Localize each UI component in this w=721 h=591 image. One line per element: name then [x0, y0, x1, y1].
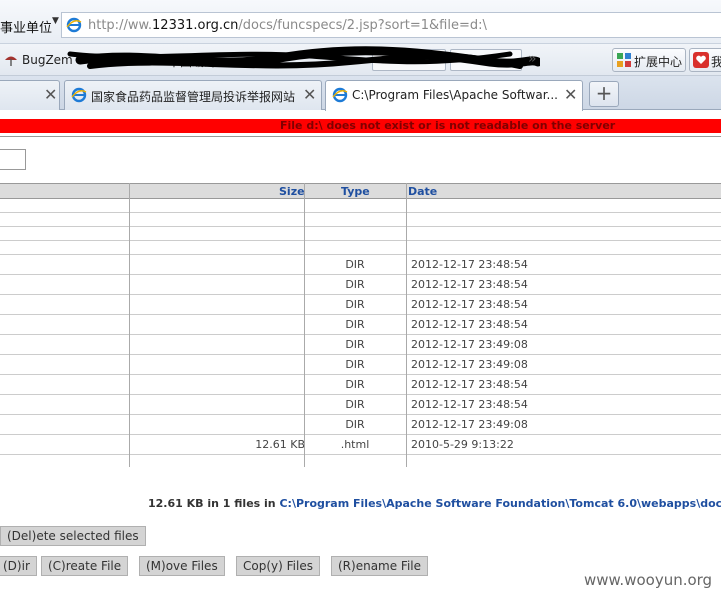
tab-bar: ✕ 国家食品药品监督管理局投诉举报网站 ✕ C:\Program Files\A… — [0, 76, 721, 111]
table-row[interactable]: 12.61 KB .html 2010-5-29 9:13:22 — [0, 435, 721, 455]
url-text[interactable]: http://ww.12331.org.cn/docs/funcspecs/2.… — [88, 18, 487, 33]
cell-date: 2012-12-17 23:48:54 — [411, 278, 528, 291]
column-divider — [129, 183, 130, 467]
summary-line: 12.61 KB in 1 files in C:\Program Files\… — [148, 497, 721, 510]
tab-complaint-site[interactable]: 国家食品药品监督管理局投诉举报网站 ✕ — [64, 80, 322, 110]
tab-program-files[interactable]: C:\Program Files\Apache Softwar... ✕ — [325, 80, 583, 111]
close-icon[interactable]: ✕ — [564, 85, 577, 104]
move-files-button[interactable]: (M)ove Files — [139, 556, 225, 576]
ie-icon — [332, 87, 348, 103]
table-row[interactable]: DIR 2012-12-17 23:48:54 — [0, 315, 721, 335]
column-divider — [406, 183, 407, 467]
table-row[interactable]: DIR 2012-12-17 23:48:54 — [0, 255, 721, 275]
tab-partial[interactable]: ✕ — [0, 80, 60, 110]
cell-type: DIR — [345, 378, 365, 391]
umbrella-icon — [5, 56, 17, 66]
table-row[interactable] — [0, 213, 721, 227]
error-banner: File d:\ does not exist or is not readab… — [0, 119, 721, 133]
cell-date: 2010-5-29 9:13:22 — [411, 438, 514, 451]
cell-date: 2012-12-17 23:49:08 — [411, 358, 528, 371]
error-message: File d:\ does not exist or is not readab… — [280, 119, 616, 132]
cell-type: DIR — [345, 258, 365, 271]
cell-date: 2012-12-17 23:49:08 — [411, 338, 528, 351]
cell-date: 2012-12-17 23:48:54 — [411, 378, 528, 391]
close-icon[interactable]: ✕ — [303, 85, 316, 104]
cell-type: DIR — [345, 358, 365, 371]
cell-size: 12.61 KB — [255, 438, 305, 451]
puzzle-icon — [617, 53, 631, 67]
cell-date: 2012-12-17 23:48:54 — [411, 298, 528, 311]
table-row[interactable]: DIR 2012-12-17 23:49:08 — [0, 415, 721, 435]
divider — [0, 136, 721, 137]
column-size[interactable]: Size — [279, 185, 305, 198]
cell-date: 2012-12-17 23:48:54 — [411, 318, 528, 331]
more-bookmarks-icon[interactable]: » — [528, 51, 537, 67]
redaction-scribble — [67, 46, 540, 69]
table-row[interactable] — [0, 227, 721, 241]
table-row[interactable]: DIR 2012-12-17 23:48:54 — [0, 295, 721, 315]
copy-files-button[interactable]: Cop(y) Files — [236, 556, 320, 576]
create-file-button[interactable]: (C)reate File — [41, 556, 129, 576]
table-header: Size Type Date — [0, 183, 721, 199]
chevron-down-icon[interactable]: ▼ — [52, 16, 59, 26]
rename-file-button[interactable]: (R)ename File — [331, 556, 429, 576]
path-input[interactable] — [0, 149, 26, 170]
account-button[interactable]: 我 — [689, 48, 721, 72]
table-row[interactable]: DIR 2012-12-17 23:49:08 — [0, 355, 721, 375]
column-type[interactable]: Type — [341, 185, 370, 198]
cell-type: DIR — [345, 298, 365, 311]
dir-button[interactable]: (D)ir — [0, 556, 37, 576]
cell-date: 2012-12-17 23:49:08 — [411, 418, 528, 431]
heart-icon — [693, 52, 709, 68]
close-icon[interactable]: ✕ — [44, 85, 57, 104]
column-date[interactable]: Date — [408, 185, 437, 198]
table-row[interactable]: DIR 2012-12-17 23:48:54 — [0, 395, 721, 415]
cell-type: DIR — [345, 338, 365, 351]
ie-icon — [71, 87, 87, 103]
table-row[interactable]: DIR 2012-12-17 23:49:08 — [0, 335, 721, 355]
url-input[interactable]: http://ww.12331.org.cn/docs/funcspecs/2.… — [61, 12, 721, 38]
ie-icon — [66, 17, 82, 33]
cell-type: DIR — [345, 418, 365, 431]
watermark: www.wooyun.org — [584, 571, 713, 589]
address-bar-area: 事业单位 ▼ http://ww.12331.org.cn/docs/funcs… — [0, 0, 721, 44]
table-row[interactable]: DIR 2012-12-17 23:48:54 — [0, 375, 721, 395]
table-row[interactable]: DIR 2012-12-17 23:48:54 — [0, 275, 721, 295]
cell-type: DIR — [345, 278, 365, 291]
delete-selected-button[interactable]: (Del)ete selected files — [0, 526, 146, 546]
new-tab-button[interactable]: + — [589, 81, 619, 107]
cell-type: DIR — [345, 318, 365, 331]
bookmarks-bar: BugZem Market 中国编码 » 扩展中心 我 — [0, 44, 721, 76]
column-divider — [304, 183, 305, 467]
cell-date: 2012-12-17 23:48:54 — [411, 398, 528, 411]
extension-center-button[interactable]: 扩展中心 — [612, 48, 686, 72]
zone-label[interactable]: 事业单位 — [0, 17, 52, 36]
cell-type: DIR — [345, 398, 365, 411]
table-row[interactable] — [0, 241, 721, 255]
cell-date: 2012-12-17 23:48:54 — [411, 258, 528, 271]
table-row[interactable] — [0, 199, 721, 213]
cell-type: .html — [340, 438, 370, 451]
summary-path: C:\Program Files\Apache Software Foundat… — [279, 497, 721, 510]
